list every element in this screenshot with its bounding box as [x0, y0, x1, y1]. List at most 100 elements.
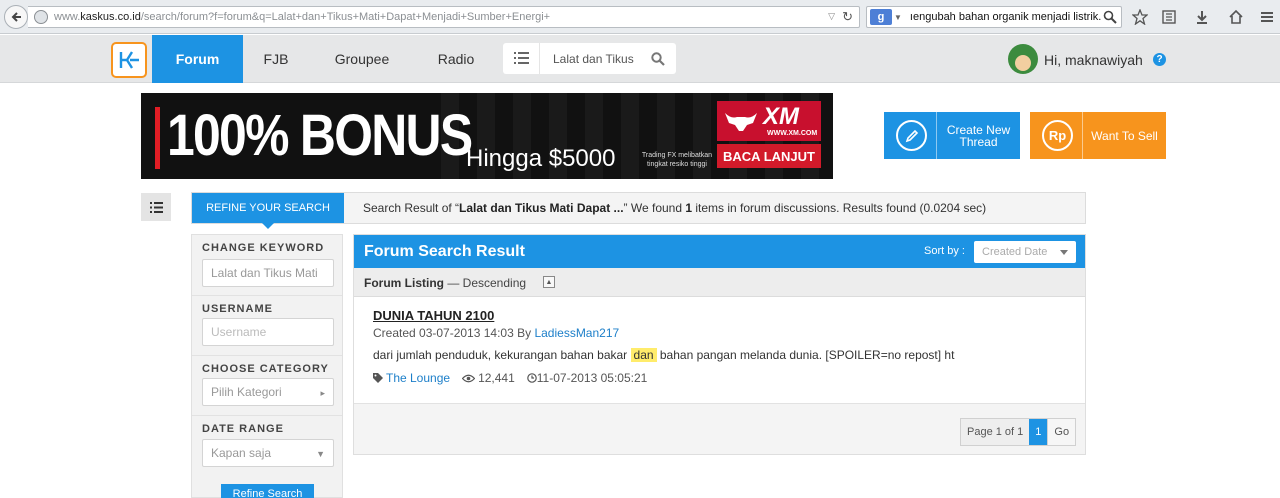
- tag-icon: [373, 373, 383, 383]
- refine-search-button[interactable]: Refine Search: [221, 484, 314, 498]
- date-range-select[interactable]: Kapan saja ▼: [202, 439, 334, 467]
- help-icon[interactable]: ?: [1153, 53, 1166, 66]
- banner-headline: 100% BONUS: [167, 103, 473, 168]
- create-thread-button[interactable]: Create New Thread: [884, 112, 1020, 159]
- magnifier-icon[interactable]: [1103, 10, 1117, 24]
- browser-toolbar: www.kaskus.co.id/search/forum?f=forum&q=…: [0, 0, 1280, 34]
- promo-banner[interactable]: 100% BONUS Hingga $5000 Trading FX melib…: [141, 93, 833, 179]
- result-footer: The Lounge 12,441 11-07-2013 05:05:21: [373, 371, 647, 385]
- results-footer: Page 1 of 1 1 Go: [354, 403, 1085, 454]
- banner-accent-bar: [155, 107, 160, 169]
- sort-value: Created Date: [982, 246, 1048, 258]
- results-panel: Forum Search Result Sort by : Created Da…: [353, 234, 1086, 455]
- page-1-button[interactable]: 1: [1029, 419, 1048, 445]
- bookmark-star-icon[interactable]: [1131, 8, 1149, 26]
- chevron-right-icon: ▸: [320, 388, 325, 398]
- result-title-link[interactable]: DUNIA TAHUN 2100: [373, 308, 494, 323]
- eye-icon: [462, 374, 476, 382]
- pagination: Page 1 of 1 1 Go: [960, 418, 1077, 446]
- chevron-down-icon: [1060, 250, 1068, 255]
- keyword-highlight: dan: [630, 348, 657, 362]
- keyword-input[interactable]: Lalat dan Tikus Mati: [202, 259, 334, 287]
- category-label: CHOOSE CATEGORY: [202, 363, 329, 375]
- xm-logo: XM WWW.XM.COM: [717, 101, 821, 141]
- rupiah-icon: Rp: [1042, 120, 1073, 151]
- want-to-sell-button[interactable]: Rp Want To Sell: [1030, 112, 1166, 159]
- username-label: USERNAME: [202, 303, 273, 315]
- nav-forum[interactable]: Forum: [152, 35, 243, 83]
- nav-fjb[interactable]: FJB: [250, 35, 302, 83]
- results-title: Forum Search Result: [364, 243, 525, 260]
- nav-radio[interactable]: Radio: [422, 35, 490, 83]
- sort-label: Sort by :: [924, 245, 965, 257]
- search-icon[interactable]: [651, 52, 665, 66]
- chevron-down-icon: ▼: [316, 449, 325, 459]
- address-text: www.kaskus.co.id/search/forum?f=forum&q=…: [54, 11, 551, 23]
- list-icon: [149, 201, 163, 213]
- results-header: Forum Search Result Sort by : Created Da…: [354, 235, 1085, 268]
- bull-icon: [725, 113, 757, 131]
- reload-icon[interactable]: ↻: [842, 9, 853, 25]
- listing-bar: Forum Listing — Descending ▲: [354, 268, 1085, 297]
- category-section: CHOOSE CATEGORY Pilih Kategori ▸: [192, 356, 342, 416]
- kaskus-logo-icon: [119, 51, 139, 69]
- view-count: 12,441: [478, 371, 515, 385]
- clock-icon: [526, 373, 537, 383]
- history-dropdown-icon[interactable]: ▽: [828, 11, 835, 22]
- site-header: Forum FJB Groupee Radio Lalat dan Tikus …: [0, 35, 1280, 83]
- nav-groupee[interactable]: Groupee: [320, 35, 404, 83]
- result-snippet: dari jumlah penduduk, kekurangan bahan b…: [373, 348, 955, 362]
- want-to-sell-label: Want To Sell: [1091, 128, 1158, 143]
- xm-url: WWW.XM.COM: [767, 130, 818, 137]
- username-input[interactable]: Username: [202, 318, 334, 346]
- sort-select[interactable]: Created Date: [974, 241, 1076, 263]
- back-arrow-icon: [11, 12, 21, 22]
- author-link[interactable]: LadiessMan217: [534, 326, 619, 340]
- date-label: DATE RANGE: [202, 423, 284, 435]
- kaskus-logo[interactable]: [111, 42, 147, 78]
- username-section: USERNAME Username: [192, 296, 342, 356]
- category-value: Pilih Kategori: [211, 385, 282, 399]
- globe-icon: [34, 10, 48, 24]
- date-section: DATE RANGE Kapan saja ▼: [192, 416, 342, 478]
- sidebar-toggle-button[interactable]: [141, 193, 171, 221]
- header-search: Lalat dan Tikus: [503, 43, 676, 74]
- home-icon[interactable]: [1227, 8, 1245, 26]
- collapse-icon[interactable]: ▲: [543, 276, 555, 288]
- header-search-input[interactable]: Lalat dan Tikus: [553, 52, 634, 66]
- keyword-label: CHANGE KEYWORD: [202, 242, 325, 254]
- search-summary-text: Search Result of “Lalat dan Tikus Mati D…: [363, 201, 987, 215]
- bookmarks-menu-icon[interactable]: [1160, 8, 1178, 26]
- refine-sidebar: CHANGE KEYWORD Lalat dan Tikus Mati USER…: [191, 234, 343, 498]
- last-post-time: 11-07-2013 05:05:21: [536, 371, 648, 385]
- back-button[interactable]: [4, 5, 28, 29]
- pencil-icon: [896, 120, 927, 151]
- address-bar[interactable]: www.kaskus.co.id/search/forum?f=forum&q=…: [28, 6, 860, 28]
- listing-heading: Forum Listing — Descending: [364, 276, 527, 290]
- web-search-box[interactable]: g ▼ ıengubah bahan organik menjadi listr…: [866, 6, 1122, 28]
- date-range-value: Kapan saja: [211, 446, 272, 460]
- result-meta: Created 03-07-2013 14:03 By LadiessMan21…: [373, 326, 620, 340]
- banner-amount: Hingga $5000: [466, 145, 616, 172]
- refine-tab-caret: [262, 223, 274, 229]
- engine-dropdown-icon[interactable]: ▼: [894, 13, 902, 22]
- go-button[interactable]: Go: [1047, 419, 1076, 445]
- create-thread-label: Create New Thread: [946, 122, 1011, 149]
- download-icon[interactable]: [1193, 8, 1211, 26]
- xm-brand: XM: [763, 103, 799, 130]
- forum-tag-link[interactable]: The Lounge: [386, 371, 450, 385]
- page-indicator: Page 1 of 1: [967, 426, 1024, 438]
- refine-search-tab[interactable]: REFINE YOUR SEARCH: [192, 193, 344, 223]
- user-avatar[interactable]: [1008, 44, 1038, 74]
- web-search-text: ıengubah bahan organik menjadi listrik.: [909, 11, 1102, 23]
- keyword-section: CHANGE KEYWORD Lalat dan Tikus Mati: [192, 235, 342, 296]
- avatar-face-icon: [1015, 55, 1031, 71]
- menu-icon[interactable]: [1258, 8, 1276, 26]
- search-engine-icon[interactable]: g: [870, 9, 892, 25]
- category-select[interactable]: Pilih Kategori ▸: [202, 378, 334, 406]
- banner-cta-button[interactable]: BACA LANJUT: [717, 144, 821, 168]
- banner-disclaimer: Trading FX melibatkan tingkat resiko tin…: [641, 152, 713, 168]
- search-divider: [539, 43, 540, 74]
- user-greeting[interactable]: Hi, maknawiyah: [1044, 52, 1143, 68]
- list-icon[interactable]: [514, 52, 529, 64]
